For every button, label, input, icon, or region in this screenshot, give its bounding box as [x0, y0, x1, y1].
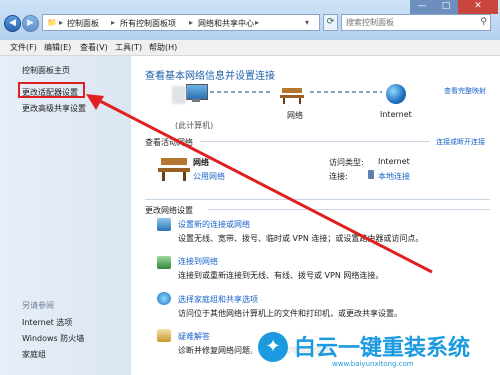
watermark-url: www.baiyunxitong.com [332, 360, 414, 368]
annotation-arrow [86, 94, 433, 274]
watermark-brand: 白云一键重装系统 [294, 336, 471, 361]
bird-logo-icon: ✦ [258, 332, 288, 362]
watermark: ✦ 白云一键重装系统 www.baiyunxitong.com [252, 328, 500, 375]
